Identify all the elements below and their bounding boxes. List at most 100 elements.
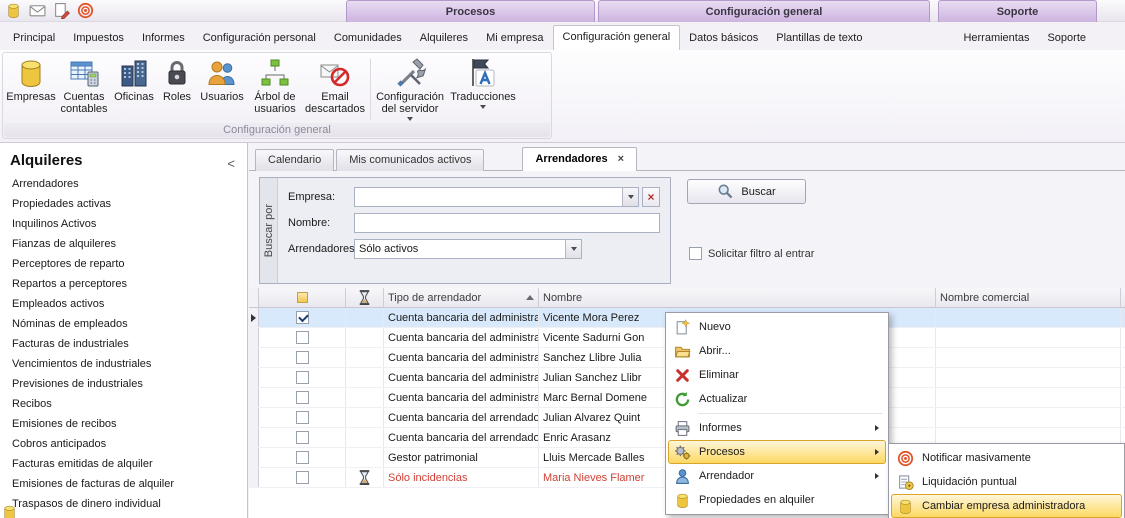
row-checkbox[interactable]: [296, 331, 309, 344]
row-checkbox[interactable]: [296, 351, 309, 364]
menu-item-actualizar[interactable]: Actualizar: [668, 387, 886, 411]
collapse-sidebar-button[interactable]: <: [227, 156, 235, 171]
menu-item-informes[interactable]: Informes: [668, 416, 886, 440]
sidebar-item-facturas-emitidas[interactable]: Facturas emitidas de alquiler: [0, 454, 247, 474]
sidebar-item-cobros[interactable]: Cobros anticipados: [0, 434, 247, 454]
sidebar-item-arrendadores[interactable]: Arrendadores: [0, 174, 247, 194]
menu-item-nuevo[interactable]: Nuevo: [668, 315, 886, 339]
solicitar-filtro-checkbox[interactable]: [689, 247, 702, 260]
sidebar-item-fianzas[interactable]: Fianzas de alquileres: [0, 234, 247, 254]
arbol-de-usuarios-button[interactable]: Árbol de usuarios: [247, 55, 303, 124]
chevron-down-icon[interactable]: [622, 188, 638, 206]
tab-plantillas-de-texto[interactable]: Plantillas de texto: [767, 27, 871, 50]
row-checkbox[interactable]: [296, 371, 309, 384]
menu-item-procesos[interactable]: Procesos: [668, 440, 886, 464]
sidebar-item-traspasos[interactable]: Traspasos de dinero individual: [0, 494, 247, 514]
sidebar-item-vencimientos[interactable]: Vencimientos de industriales: [0, 354, 247, 374]
sidebar-item-propiedades-activas[interactable]: Propiedades activas: [0, 194, 247, 214]
sidebar-item-repartos[interactable]: Repartos a perceptores: [0, 274, 247, 294]
database-icon[interactable]: [5, 2, 22, 19]
configuracion-del-servidor-button[interactable]: Configuración del servidor: [374, 55, 446, 124]
column-header-nombre[interactable]: Nombre: [539, 288, 936, 307]
tab-configuracion-personal[interactable]: Configuración personal: [194, 27, 325, 50]
sidebar-item-perceptores[interactable]: Perceptores de reparto: [0, 254, 247, 274]
doc-tab-calendario[interactable]: Calendario: [255, 149, 334, 171]
menu-separator: [698, 413, 883, 414]
contextual-group-configuracion-general: Configuración general: [598, 0, 930, 22]
cuentas-contables-button[interactable]: Cuentas contables: [57, 55, 111, 124]
tab-alquileres[interactable]: Alquileres: [411, 27, 477, 50]
row-checkbox[interactable]: [296, 451, 309, 464]
row-checkbox[interactable]: [296, 311, 309, 324]
cell-tipo: Cuenta bancaria del administrador: [384, 368, 539, 387]
row-checkbox[interactable]: [296, 471, 309, 484]
empresa-combobox[interactable]: [354, 187, 639, 207]
solicitar-filtro-label: Solicitar filtro al entrar: [708, 248, 814, 260]
nombre-input-wrap: [354, 213, 660, 233]
menu-item-abrir[interactable]: Abrir...: [668, 339, 886, 363]
edit-icon[interactable]: [53, 2, 70, 19]
checkbox-column-header[interactable]: [259, 288, 346, 307]
select-all-checkbox[interactable]: [297, 292, 308, 303]
tab-datos-basicos[interactable]: Datos básicos: [680, 27, 767, 50]
menu-item-liquidacion-puntual[interactable]: Liquidación puntual: [891, 470, 1122, 494]
broadcast-icon[interactable]: [77, 2, 94, 19]
database-icon: [14, 57, 48, 89]
contextual-group-soporte: Soporte: [938, 0, 1097, 22]
menu-item-propiedades-en-alquiler[interactable]: Propiedades en alquiler: [668, 488, 886, 512]
delete-icon: [674, 367, 691, 384]
menu-item-notificar-masivamente[interactable]: Notificar masivamente: [891, 446, 1122, 470]
traducciones-button[interactable]: Traducciones: [446, 55, 520, 124]
tab-comunidades[interactable]: Comunidades: [325, 27, 411, 50]
tab-configuracion-general[interactable]: Configuración general: [553, 25, 681, 50]
sidebar-item-previsiones[interactable]: Previsiones de industriales: [0, 374, 247, 394]
empresas-button[interactable]: Empresas: [5, 55, 57, 124]
row-indicator-header: [249, 288, 259, 307]
row-checkbox[interactable]: [296, 391, 309, 404]
sidebar-item-recibos[interactable]: Recibos: [0, 394, 247, 414]
doc-tab-mis-comunicados[interactable]: Mis comunicados activos: [336, 149, 484, 171]
status-column-header[interactable]: [346, 288, 384, 307]
email-blocked-icon: [318, 57, 352, 89]
sidebar-item-nominas[interactable]: Nóminas de empleados: [0, 314, 247, 334]
server-config-icon: [393, 57, 427, 89]
column-header-cut[interactable]: E: [1121, 288, 1125, 307]
oficinas-button[interactable]: Oficinas: [111, 55, 157, 124]
tab-soporte[interactable]: Soporte: [1038, 27, 1095, 50]
roles-button[interactable]: Roles: [157, 55, 197, 124]
menu-item-eliminar[interactable]: Eliminar: [668, 363, 886, 387]
tab-impuestos[interactable]: Impuestos: [64, 27, 133, 50]
nombre-input[interactable]: [359, 215, 655, 231]
sidebar-item-facturas-industriales[interactable]: Facturas de industriales: [0, 334, 247, 354]
doc-tab-arrendadores[interactable]: Arrendadores ×: [522, 147, 637, 171]
tab-herramientas[interactable]: Herramientas: [954, 27, 1038, 50]
column-header-tipo[interactable]: Tipo de arrendador: [384, 288, 539, 307]
row-checkbox[interactable]: [296, 411, 309, 424]
menu-item-cambiar-empresa-administradora[interactable]: Cambiar empresa administradora: [891, 494, 1122, 518]
filter-panel-side-label: Buscar por: [260, 178, 278, 283]
chevron-down-icon: [407, 117, 413, 121]
clear-filter-button[interactable]: ×: [642, 187, 660, 207]
buscar-button[interactable]: Buscar: [687, 179, 806, 204]
close-icon[interactable]: ×: [618, 153, 624, 165]
menu-item-arrendador[interactable]: Arrendador: [668, 464, 886, 488]
reports-icon: [674, 420, 691, 437]
sidebar-item-emisiones-recibos[interactable]: Emisiones de recibos: [0, 414, 247, 434]
email-descartados-button[interactable]: Email descartados: [303, 55, 367, 124]
filter-panel: Buscar por Empresa: × Nombre:: [259, 177, 671, 284]
sidebar-item-empleados[interactable]: Empleados activos: [0, 294, 247, 314]
row-checkbox[interactable]: [296, 431, 309, 444]
sidebar-item-emisiones-facturas[interactable]: Emisiones de facturas de alquiler: [0, 474, 247, 494]
sidebar-item-inquilinos-activos[interactable]: Inquilinos Activos: [0, 214, 247, 234]
tab-principal[interactable]: Principal: [4, 27, 64, 50]
usuarios-button[interactable]: Usuarios: [197, 55, 247, 124]
column-header-nombre-comercial[interactable]: Nombre comercial: [936, 288, 1121, 307]
tab-mi-empresa[interactable]: Mi empresa: [477, 27, 552, 50]
translations-icon: [466, 57, 500, 89]
arrendadores-combobox[interactable]: Sólo activos: [354, 239, 582, 259]
mail-icon[interactable]: [29, 2, 46, 19]
cell-tipo: Cuenta bancaria del arrendador: [384, 408, 539, 427]
chevron-down-icon[interactable]: [565, 240, 581, 258]
database-icon: [674, 492, 691, 509]
tab-informes[interactable]: Informes: [133, 27, 194, 50]
